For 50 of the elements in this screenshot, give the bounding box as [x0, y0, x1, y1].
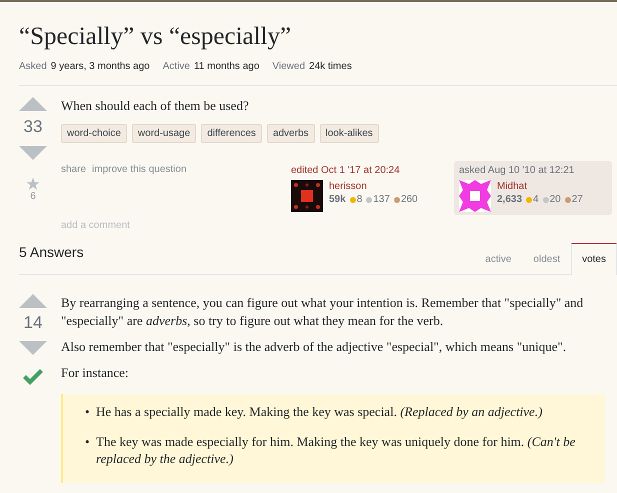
- sort-tab[interactable]: votes: [571, 243, 617, 275]
- badge-count: 137: [373, 193, 390, 206]
- meta-value: 24k times: [309, 60, 352, 74]
- list-item: The key was made especially for him. Making the key was uniquely done for him. (Can't be replaced by the adjective.): [96, 433, 576, 467]
- tag[interactable]: word-choice: [61, 124, 127, 143]
- timestamp: asked Aug 10 '10 at 12:21: [459, 164, 576, 177]
- avatar-icon[interactable]: [291, 180, 323, 212]
- list-bullet: •: [85, 433, 91, 451]
- badge-count: 8: [356, 193, 362, 206]
- answer-paragraph: By rearranging a sentence, you can figure out what your intention is. Remember that "specially" and "especially" are adverbs, so try to figure out what they mean for the verb.: [61, 294, 584, 330]
- meta-label: Active: [162, 60, 190, 74]
- badge-icon: [350, 196, 356, 202]
- favorite-count: 6: [30, 191, 36, 203]
- reputation: 2,633: [497, 193, 522, 206]
- answers-count: 5 Answers: [19, 244, 84, 260]
- badge-count: 260: [400, 193, 418, 206]
- user-name[interactable]: Midhat: [497, 180, 587, 193]
- question-text: When should each of them be used?: [61, 97, 250, 115]
- badge-count: 4: [533, 193, 539, 206]
- downvote-icon[interactable]: [19, 341, 47, 355]
- meta-label: Asked: [19, 60, 47, 74]
- meta-value: 11 months ago: [194, 60, 260, 74]
- upvote-icon[interactable]: [19, 97, 47, 111]
- upvote-icon[interactable]: [19, 294, 47, 308]
- tag[interactable]: word-usage: [132, 124, 196, 143]
- meta-value: 9 years, 3 months ago: [50, 60, 150, 74]
- question-title: “Specially” vs “especially”: [19, 22, 292, 52]
- avatar-icon[interactable]: [459, 180, 491, 212]
- star-icon[interactable]: [26, 177, 40, 191]
- badge-icon: [394, 196, 400, 202]
- meta-label: Viewed: [272, 60, 306, 74]
- timestamp: edited Oct 1 '17 at 20:24: [291, 164, 401, 177]
- user-name[interactable]: herisson: [329, 180, 422, 193]
- vote-count: 14: [24, 313, 42, 333]
- answer-paragraph: For instance:: [61, 364, 130, 382]
- list-bullet: •: [85, 403, 91, 420]
- badge-count: 27: [572, 193, 583, 206]
- vote-count: 33: [24, 117, 42, 137]
- badge-icon: [542, 196, 549, 202]
- badge-count: 20: [550, 193, 561, 206]
- badge-icon: [366, 196, 372, 202]
- badge-icon: [564, 196, 571, 202]
- answer-paragraph: Also remember that "especially" is the adverb of the adjective "especial", which means "unique".: [61, 338, 568, 356]
- tag[interactable]: differences: [201, 124, 262, 143]
- tag[interactable]: look-alikes: [320, 124, 379, 143]
- tag[interactable]: adverbs: [266, 124, 315, 143]
- downvote-icon[interactable]: [19, 146, 47, 160]
- list-item: He has a specially made key. Making the key was special. (Replaced by an adjective.): [96, 403, 544, 420]
- reputation: 59k: [329, 193, 346, 206]
- badge-icon: [526, 196, 532, 202]
